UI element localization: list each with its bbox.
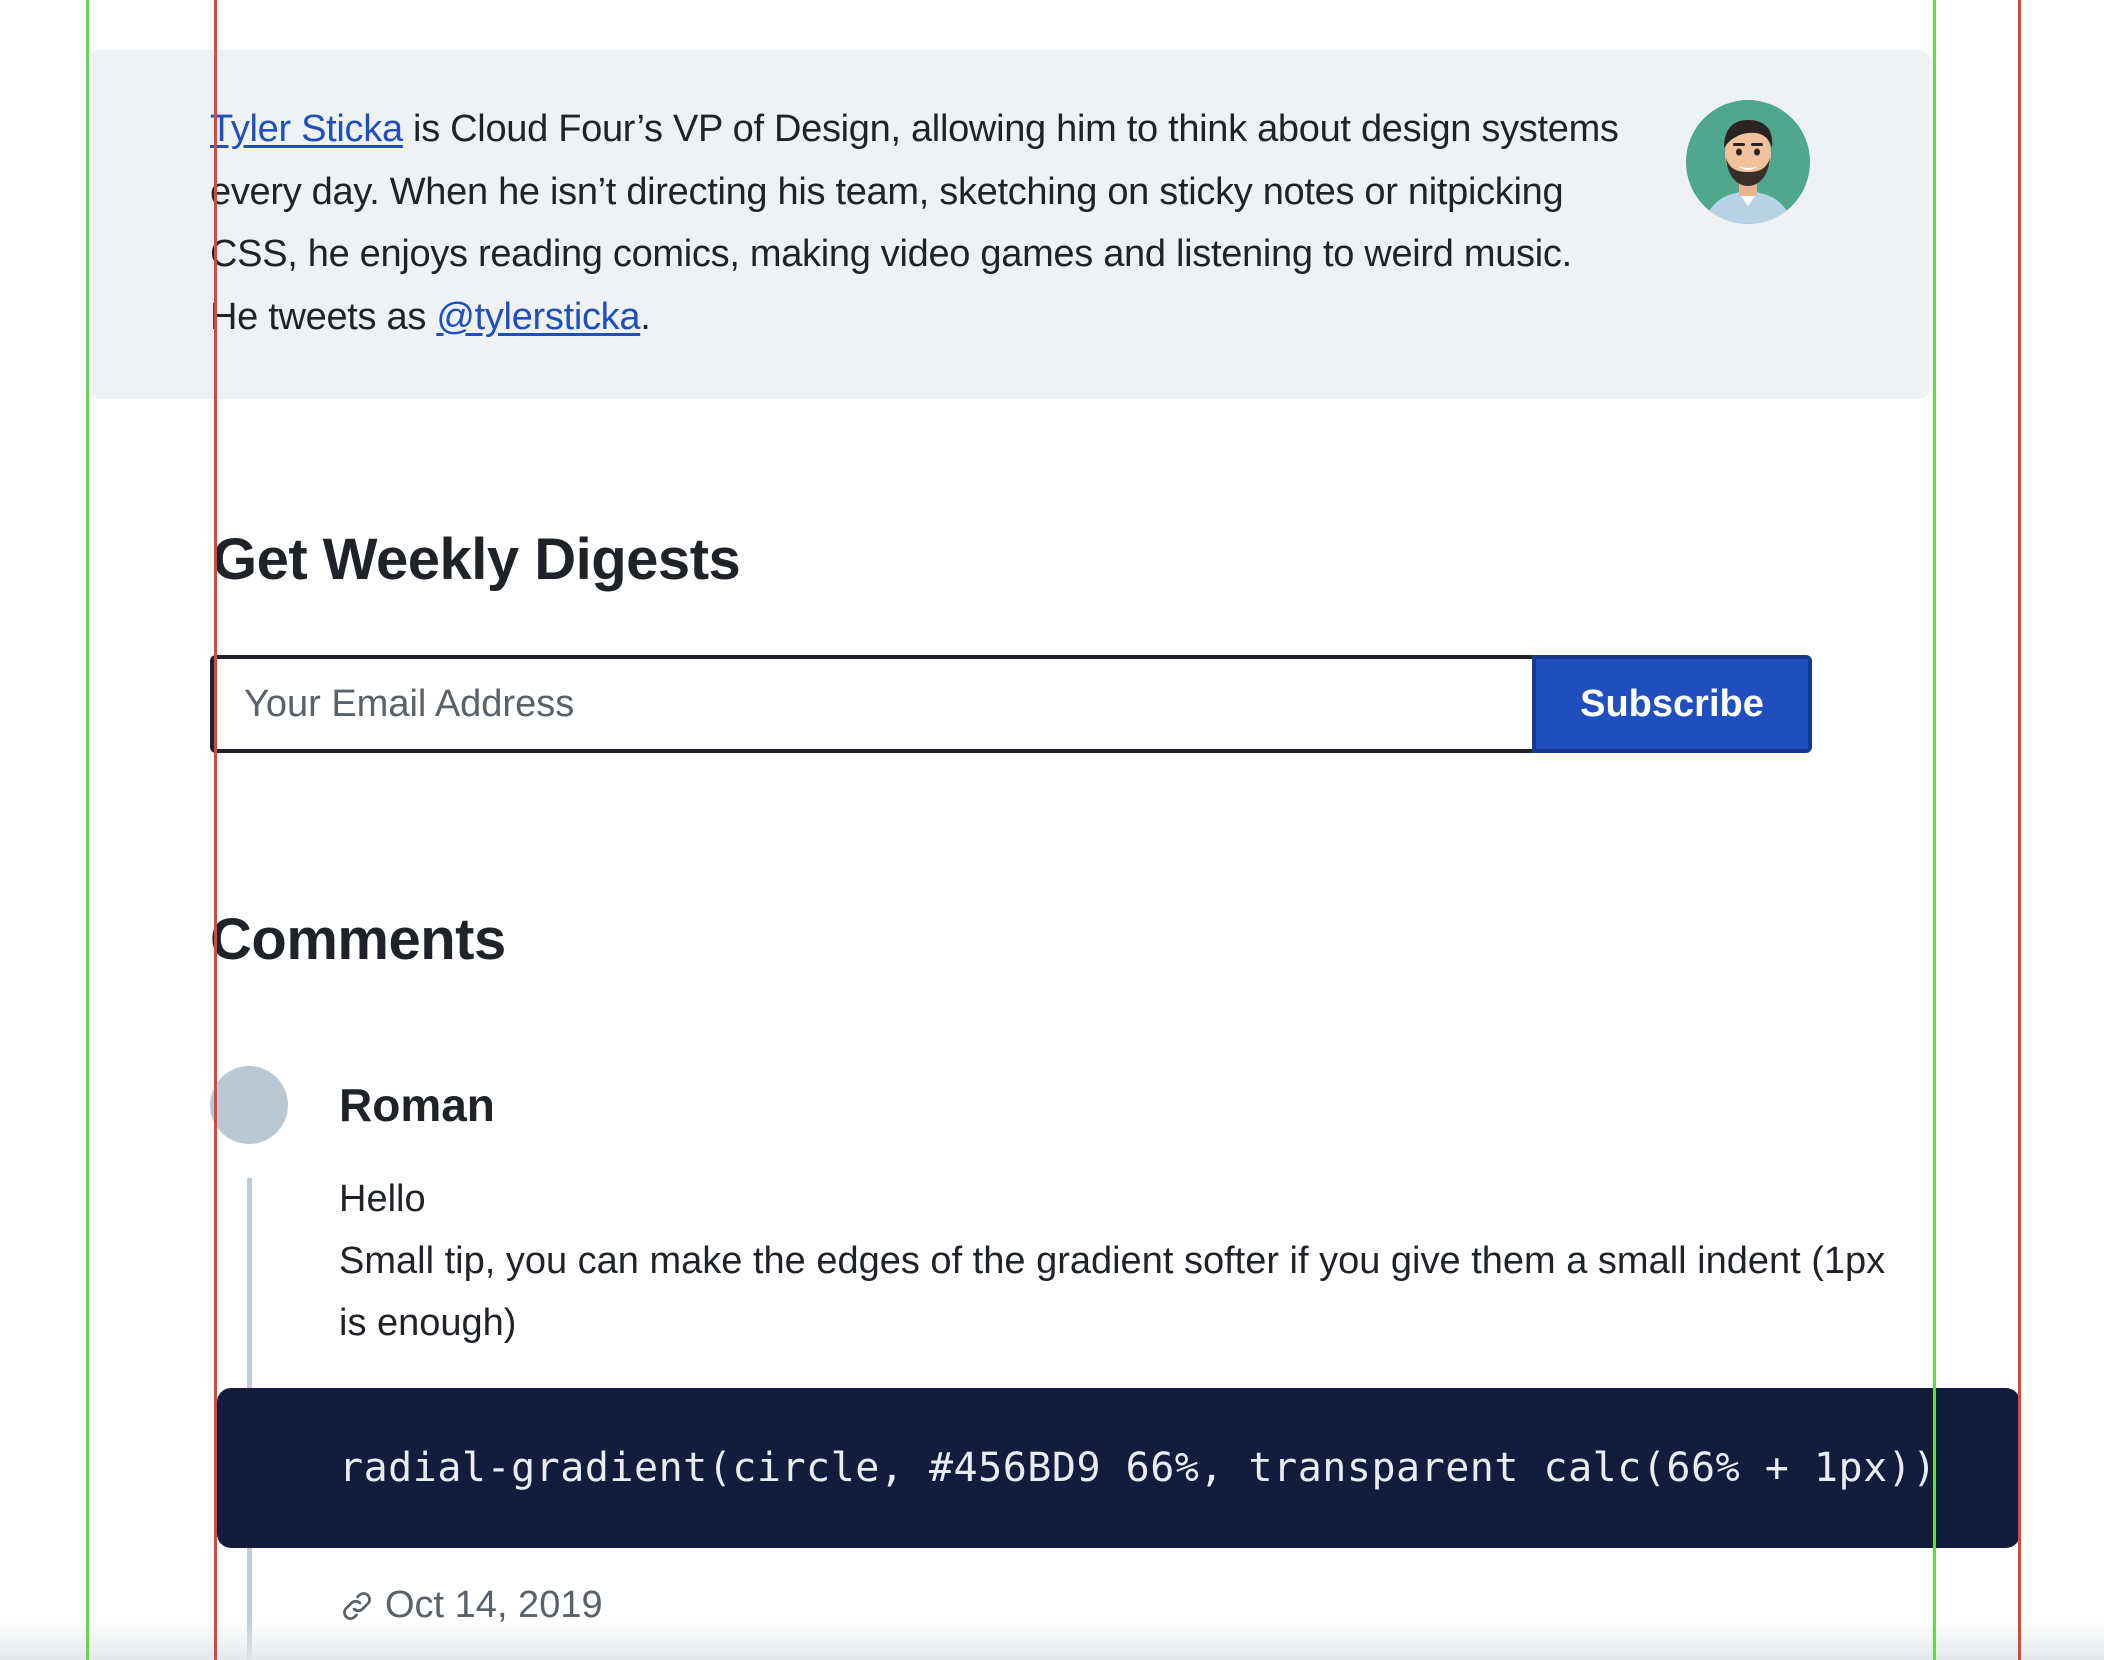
- code-snippet: radial-gradient(circle, #456BD9 66%, tra…: [339, 1445, 1937, 1491]
- author-name-link[interactable]: Tyler Sticka: [210, 108, 403, 150]
- author-avatar: [1686, 100, 1810, 224]
- comment-code-block: radial-gradient(circle, #456BD9 66%, tra…: [217, 1388, 2020, 1548]
- author-bio-body: is Cloud Four’s VP of Design, allowing h…: [210, 108, 1619, 338]
- guide-line-green-left: [86, 0, 89, 1660]
- window-bottom-shadow: [0, 1620, 2104, 1660]
- digest-signup-form: Subscribe: [210, 655, 1812, 753]
- email-input[interactable]: [210, 655, 1532, 753]
- comment-body: Hello Small tip, you can make the edges …: [339, 1168, 1919, 1354]
- author-twitter-link[interactable]: @tylersticka: [436, 296, 640, 338]
- guide-line-red-right: [2018, 0, 2021, 1660]
- subscribe-button[interactable]: Subscribe: [1532, 655, 1812, 753]
- link-icon: [343, 1591, 371, 1620]
- guide-line-green-right: [1933, 0, 1936, 1660]
- author-bio-text: Tyler Sticka is Cloud Four’s VP of Desig…: [210, 98, 1620, 348]
- comment-line: Small tip, you can make the edges of the…: [339, 1240, 1886, 1344]
- digest-heading: Get Weekly Digests: [212, 527, 741, 592]
- comment-line: Hello: [339, 1178, 426, 1220]
- author-bio-end: .: [640, 295, 651, 338]
- commenter-avatar: [210, 1066, 288, 1144]
- comment-author: Roman: [339, 1079, 495, 1131]
- comments-heading: Comments: [210, 907, 506, 972]
- guide-line-red-left: [214, 0, 217, 1660]
- author-avatar-illustration: [1686, 100, 1810, 224]
